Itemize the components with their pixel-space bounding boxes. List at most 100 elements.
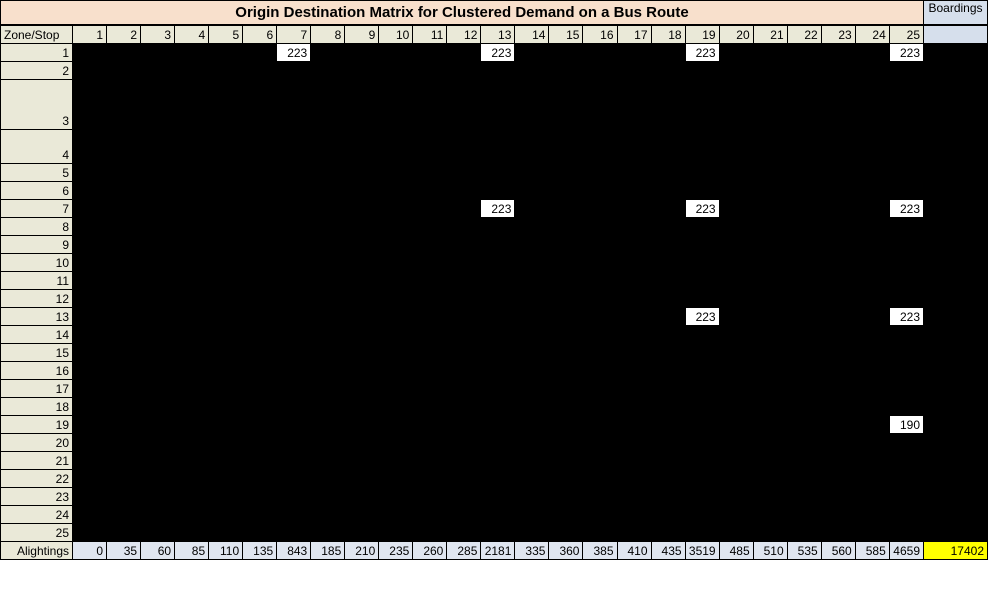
matrix-cell (107, 524, 141, 542)
matrix-cell (787, 62, 821, 80)
matrix-cell (753, 380, 787, 398)
matrix-cell (719, 344, 753, 362)
matrix-cell (787, 434, 821, 452)
matrix-cell (481, 164, 515, 182)
matrix-row: 9 (1, 236, 988, 254)
matrix-cell (209, 218, 243, 236)
matrix-cell (243, 470, 277, 488)
matrix-cell (73, 254, 107, 272)
matrix-cell (175, 434, 209, 452)
alightings-cell: 210 (345, 542, 379, 560)
matrix-cell (855, 182, 889, 200)
matrix-cell (549, 380, 583, 398)
matrix-cell (719, 80, 753, 130)
matrix-cell (583, 344, 617, 362)
matrix-cell (141, 470, 175, 488)
matrix-cell (651, 506, 685, 524)
matrix-cell (175, 164, 209, 182)
matrix-cell (141, 524, 175, 542)
matrix-cell (515, 290, 549, 308)
matrix-cell (821, 130, 855, 164)
matrix-cell (107, 182, 141, 200)
matrix-cell (447, 200, 481, 218)
matrix-cell (73, 44, 107, 62)
matrix-cell (753, 62, 787, 80)
row-header: 15 (1, 344, 73, 362)
matrix-cell (821, 80, 855, 130)
matrix-cell (515, 200, 549, 218)
matrix-cell (515, 344, 549, 362)
matrix-cell (583, 290, 617, 308)
matrix-cell (175, 80, 209, 130)
matrix-cell (549, 254, 583, 272)
matrix-cell (719, 130, 753, 164)
matrix-cell (889, 290, 923, 308)
col-header: 4 (175, 26, 209, 44)
matrix-cell (855, 164, 889, 182)
matrix-cell (719, 218, 753, 236)
matrix-cell (141, 308, 175, 326)
matrix-cell (787, 362, 821, 380)
matrix-cell (651, 254, 685, 272)
matrix-cell (583, 62, 617, 80)
matrix-cell (413, 200, 447, 218)
matrix-cell (549, 308, 583, 326)
matrix-cell (345, 272, 379, 290)
matrix-cell (447, 130, 481, 164)
matrix-cell (889, 506, 923, 524)
matrix-cell (175, 272, 209, 290)
col-header: 16 (583, 26, 617, 44)
matrix-cell (243, 200, 277, 218)
boardings-cell (924, 254, 988, 272)
matrix-cell (379, 524, 413, 542)
matrix-cell (175, 398, 209, 416)
matrix-cell (243, 362, 277, 380)
matrix-cell (889, 62, 923, 80)
matrix-cell (277, 434, 311, 452)
matrix-cell (73, 452, 107, 470)
matrix-cell (889, 398, 923, 416)
matrix-cell (175, 362, 209, 380)
matrix-row: 16 (1, 362, 988, 380)
matrix-cell (277, 452, 311, 470)
matrix-cell (617, 452, 651, 470)
matrix-cell (583, 130, 617, 164)
matrix-cell (141, 130, 175, 164)
matrix-cell: 223 (685, 308, 719, 326)
matrix-cell (481, 130, 515, 164)
row-header: 10 (1, 254, 73, 272)
matrix-cell (821, 44, 855, 62)
matrix-cell (107, 218, 141, 236)
matrix-cell (175, 218, 209, 236)
boardings-cell (924, 200, 988, 218)
matrix-cell (889, 434, 923, 452)
matrix-cell (73, 524, 107, 542)
matrix-cell (413, 254, 447, 272)
matrix-cell (685, 524, 719, 542)
matrix-cell (753, 452, 787, 470)
matrix-cell (515, 236, 549, 254)
matrix-cell (73, 362, 107, 380)
matrix-cell (685, 326, 719, 344)
matrix-cell (787, 380, 821, 398)
corner-label: Zone/Stop (1, 26, 73, 44)
row-header: 12 (1, 290, 73, 308)
matrix-cell (379, 80, 413, 130)
matrix-cell (481, 398, 515, 416)
boardings-cell (924, 218, 988, 236)
matrix-cell: 223 (277, 44, 311, 62)
col-header: 1 (73, 26, 107, 44)
matrix-cell (549, 434, 583, 452)
row-header: 24 (1, 506, 73, 524)
alightings-cell: 385 (583, 542, 617, 560)
matrix-cell (243, 236, 277, 254)
matrix-cell (719, 506, 753, 524)
matrix-cell (583, 272, 617, 290)
matrix-cell (549, 236, 583, 254)
matrix-cell (345, 488, 379, 506)
matrix-cell (515, 488, 549, 506)
matrix-cell (685, 130, 719, 164)
matrix-cell (855, 44, 889, 62)
matrix-cell (175, 344, 209, 362)
matrix-cell (651, 236, 685, 254)
